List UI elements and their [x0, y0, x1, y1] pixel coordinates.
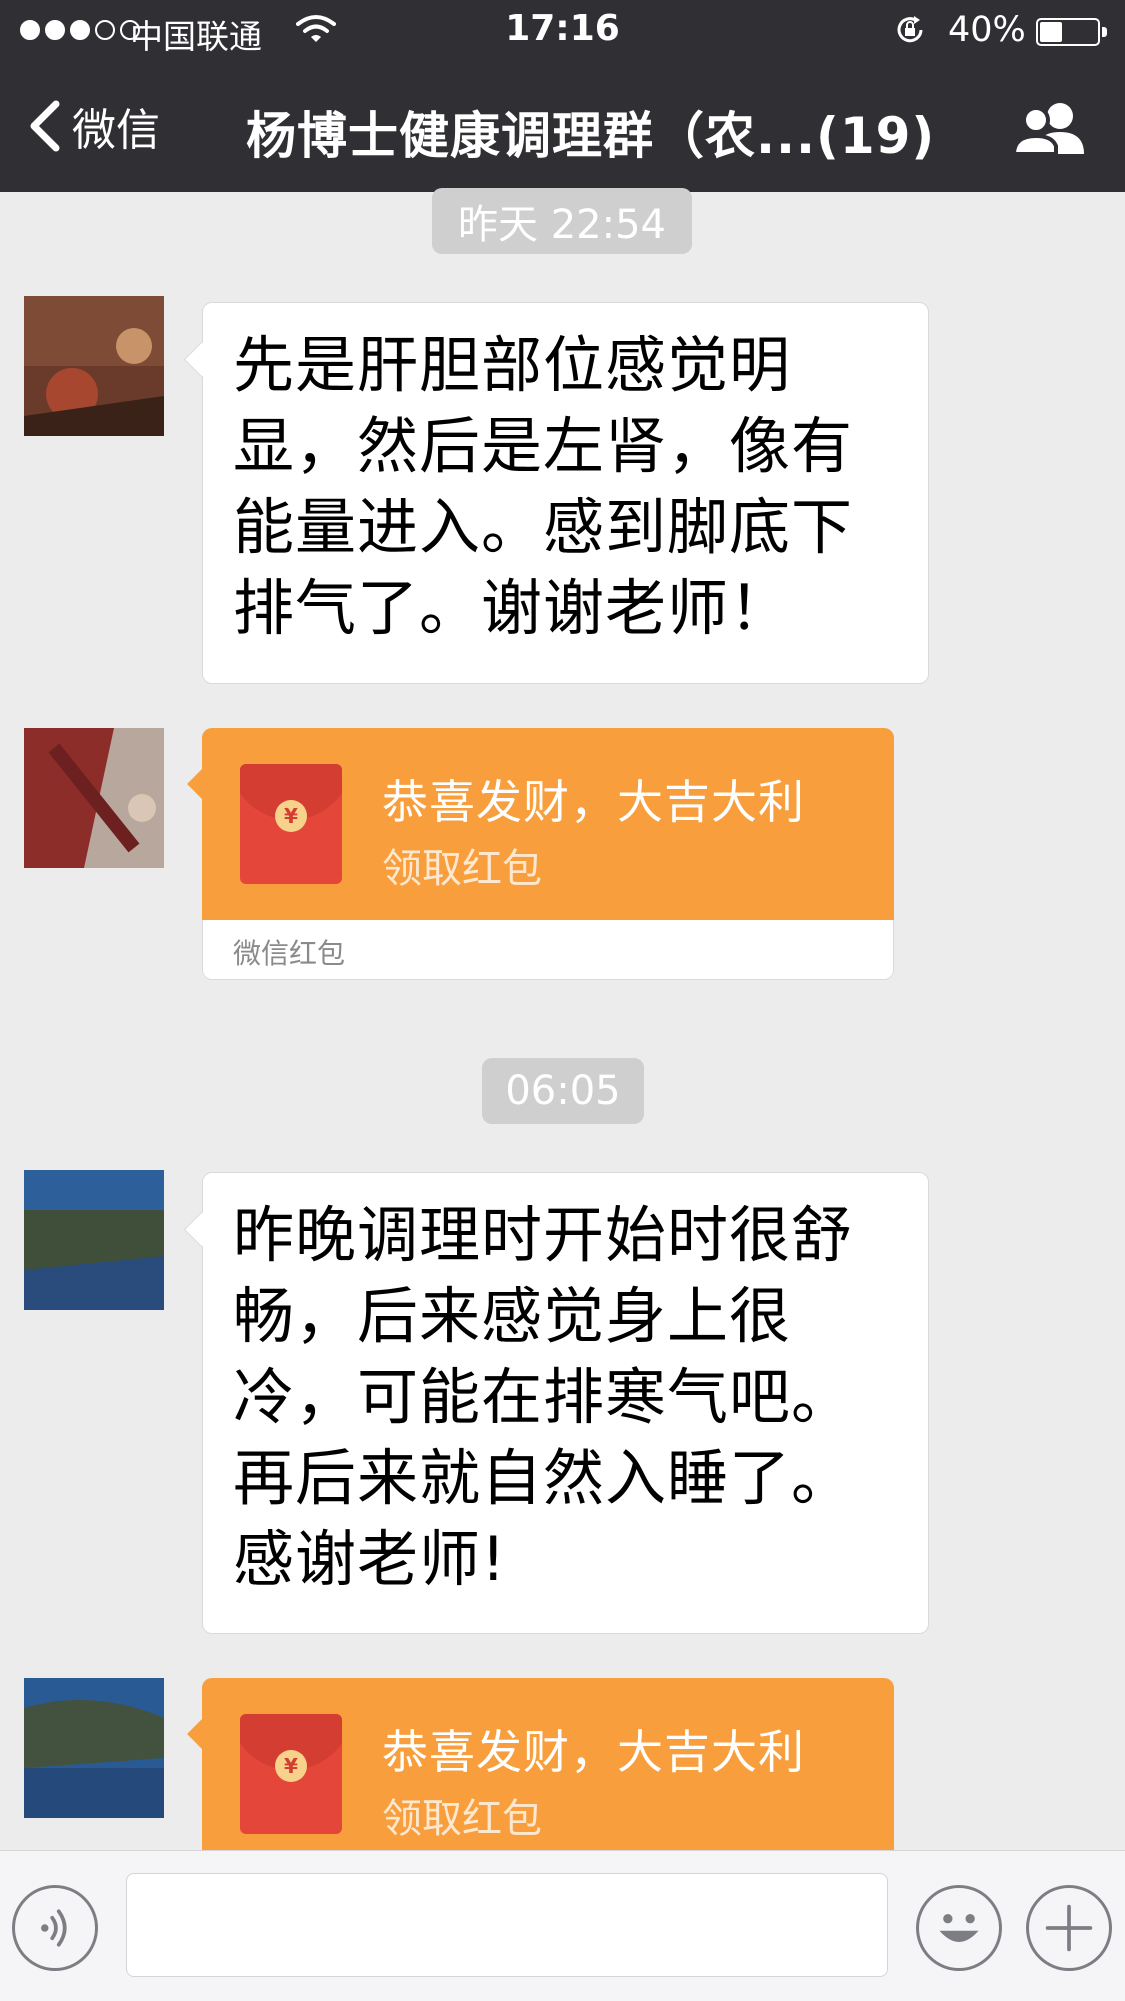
message-input[interactable]: [126, 1873, 888, 1977]
message-bubble[interactable]: 先是肝胆部位感觉明 显，然后是左肾，像有 能量进入。感到脚底下 排气了。谢谢老师…: [202, 302, 929, 684]
red-packet-title: 恭喜发财，大吉大利: [382, 775, 805, 829]
voice-icon[interactable]: [12, 1885, 98, 1971]
red-envelope-icon: ¥: [240, 764, 342, 884]
battery-percent: 40%: [948, 10, 1026, 50]
red-packet-footer-label: 微信红包: [233, 937, 346, 970]
message-text: 先是肝胆部位感觉明 显，然后是左肾，像有 能量进入。感到脚底下 排气了。谢谢老师…: [233, 330, 854, 644]
page-title: 杨博士健康调理群（农...(19): [246, 107, 936, 165]
red-packet-message[interactable]: ¥ 恭喜发财，大吉大利 领取红包 微信红包: [202, 728, 894, 980]
yuan-coin-icon: ¥: [275, 800, 307, 832]
sender-avatar[interactable]: [24, 1678, 164, 1818]
emoji-icon[interactable]: [916, 1885, 1002, 1971]
timestamp-label: 昨天 22:54: [432, 188, 692, 254]
battery-level-fill: [1040, 22, 1062, 42]
yuan-coin-icon: ¥: [275, 1750, 307, 1782]
red-packet-footer: 微信红包: [202, 920, 894, 980]
red-packet-action: 领取红包: [382, 1796, 542, 1842]
message-text: 昨晚调理时开始时很舒 畅，后来感觉身上很 冷，可能在排寒气吧。 再后来就自然入睡…: [233, 1200, 854, 1595]
red-packet-title: 恭喜发财，大吉大利: [382, 1725, 805, 1779]
sender-avatar[interactable]: [24, 728, 164, 868]
red-packet-body: ¥ 恭喜发财，大吉大利 领取红包: [202, 728, 894, 920]
red-packet-message[interactable]: ¥ 恭喜发财，大吉大利 领取红包: [202, 1678, 894, 1870]
nav-bar: 微信 杨博士健康调理群（农...(19): [0, 60, 1125, 192]
top-bar: 中国联通 17:16 40% 微信 杨博士健康调理群（农...(19): [0, 0, 1125, 192]
sender-avatar[interactable]: [24, 296, 164, 436]
back-chevron-icon: [30, 100, 60, 152]
status-bar: 中国联通 17:16 40%: [0, 0, 1125, 60]
back-label: 微信: [72, 105, 160, 156]
battery-icon: [1036, 18, 1100, 46]
back-button[interactable]: 微信: [26, 96, 160, 156]
battery-terminal: [1102, 27, 1107, 37]
input-bar: [0, 1850, 1125, 2001]
sender-avatar[interactable]: [24, 1170, 164, 1310]
message-bubble[interactable]: 昨晚调理时开始时很舒 畅，后来感觉身上很 冷，可能在排寒气吧。 再后来就自然入睡…: [202, 1172, 929, 1634]
timestamp-label: 06:05: [482, 1058, 644, 1124]
red-packet-action: 领取红包: [382, 846, 542, 892]
group-members-icon[interactable]: [1012, 100, 1088, 156]
red-envelope-icon: ¥: [240, 1714, 342, 1834]
red-packet-body: ¥ 恭喜发财，大吉大利 领取红包: [202, 1678, 894, 1870]
rotation-lock-icon: [897, 16, 923, 43]
plus-icon[interactable]: [1026, 1885, 1112, 1971]
